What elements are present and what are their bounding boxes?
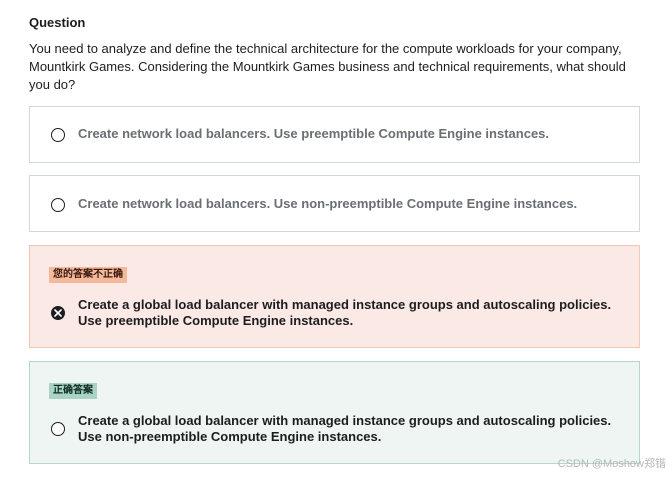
radio-button[interactable] (51, 422, 65, 436)
answer-option-4[interactable]: 正确答案 Create a global load balancer with … (29, 361, 640, 464)
question-heading: Question (29, 15, 86, 30)
incorrect-badge: 您的答案不正确 (49, 267, 127, 283)
option-text-line-2: Use non-preemptible Compute Engine insta… (78, 429, 382, 444)
radio-button[interactable] (51, 198, 65, 212)
option-text: Create network load balancers. Use preem… (78, 126, 550, 141)
selected-x-radio-icon[interactable] (51, 306, 65, 320)
watermark: CSDN @Moshow郑锴 (557, 458, 666, 470)
x-mark-icon (54, 309, 62, 317)
question-text: You need to analyze and define the techn… (29, 41, 626, 92)
option-text-line-1: Create a global load balancer with manag… (78, 297, 612, 312)
radio-button[interactable] (51, 128, 65, 142)
option-text-line-1: Create a global load balancer with manag… (78, 413, 612, 428)
option-text: Create network load balancers. Use non-p… (78, 196, 578, 211)
answer-option-1[interactable]: Create network load balancers. Use preem… (29, 106, 640, 163)
correct-badge: 正确答案 (49, 383, 97, 399)
answer-option-2[interactable]: Create network load balancers. Use non-p… (29, 175, 640, 232)
option-text-line-2: Use preemptible Compute Engine instances… (78, 313, 354, 328)
answer-option-3[interactable]: 您的答案不正确 Create a global load balancer wi… (29, 245, 640, 348)
